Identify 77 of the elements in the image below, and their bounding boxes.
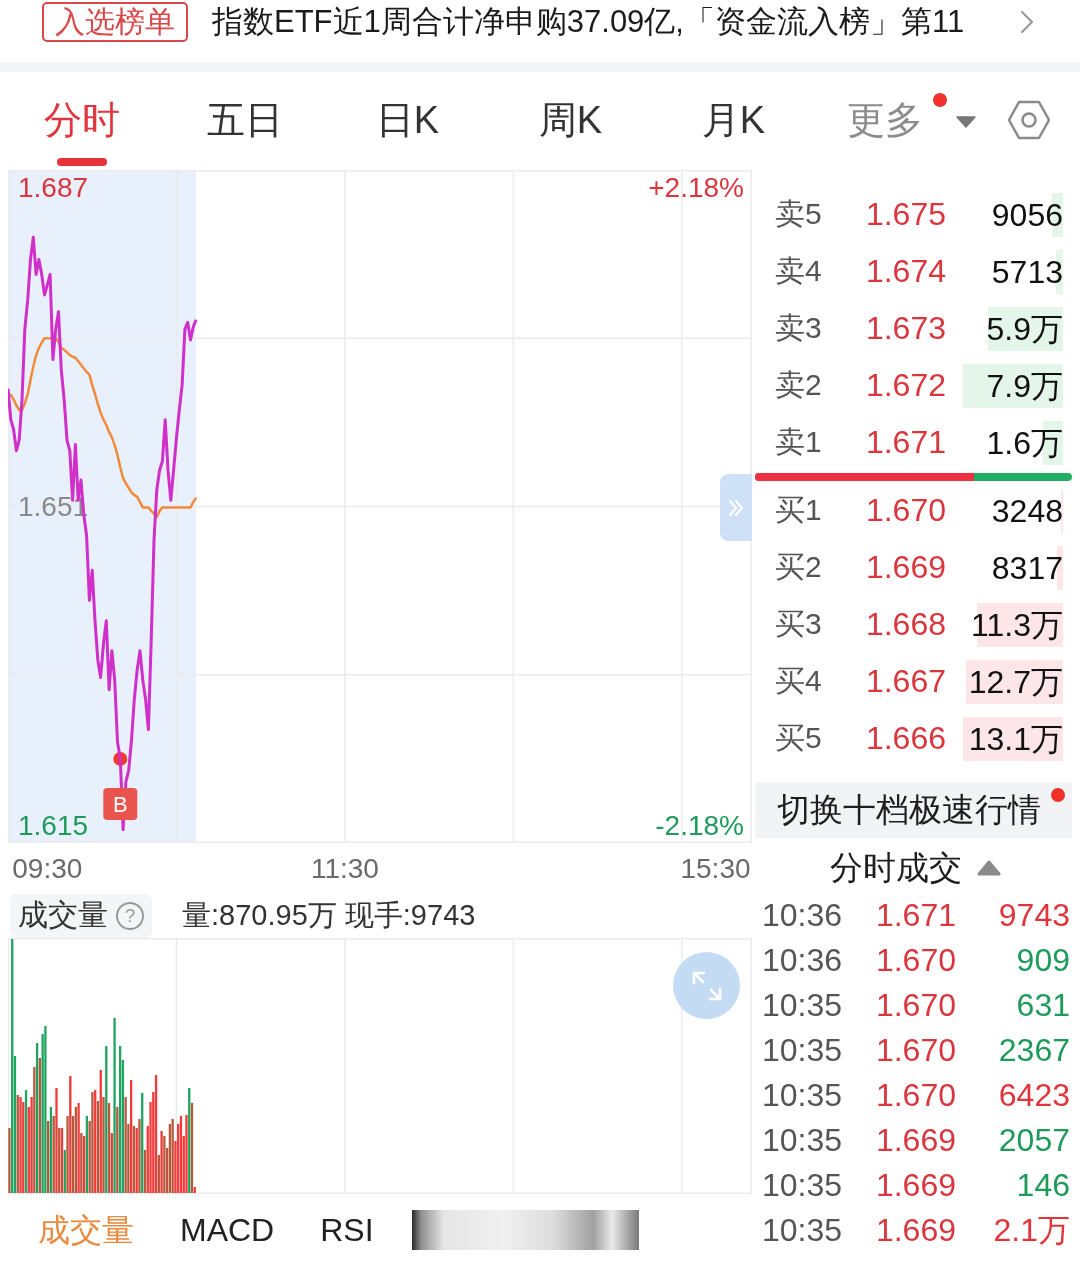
trade-volume: 2367	[997, 1032, 1070, 1069]
expand-icon	[690, 969, 723, 1002]
trade-price: 1.670	[874, 1077, 956, 1114]
chart-tab[interactable]: 月K	[652, 72, 815, 170]
trade-price: 1.671	[874, 897, 956, 934]
trade-point-icon	[113, 751, 128, 766]
volume-summary: 量:870.95万 现手:9743	[182, 897, 476, 933]
order-price: 1.670	[865, 492, 946, 529]
panel-toggle-button[interactable]	[720, 474, 752, 541]
annotation: B	[112, 792, 128, 818]
double-chevron-icon	[728, 498, 744, 517]
percent-axis-label: -2.18%	[655, 809, 744, 841]
indicator-tab[interactable]: MACD	[172, 1210, 283, 1250]
order-price: 1.671	[865, 424, 946, 461]
trade-volume: 9743	[997, 897, 1070, 934]
order-level-label: 买1	[775, 492, 823, 528]
order-level-label: 卖5	[775, 196, 823, 232]
order-price: 1.674	[865, 253, 946, 290]
trade-time: 10:36	[762, 942, 844, 979]
trade-volume: 909	[1015, 942, 1070, 979]
trade-volume: 631	[1015, 987, 1070, 1024]
trade-time: 10:36	[762, 897, 844, 934]
order-level-label: 卖2	[775, 367, 823, 403]
order-level-label: 买5	[775, 720, 823, 756]
trade-price: 1.670	[874, 1032, 956, 1069]
chart-tab[interactable]: 周K	[489, 72, 652, 170]
trade-time: 10:35	[762, 1032, 844, 1069]
trade-price: 1.669	[874, 1212, 956, 1249]
order-price: 1.675	[865, 196, 946, 233]
trade-time: 10:35	[762, 1077, 844, 1114]
trade-volume: 2057	[997, 1122, 1070, 1159]
order-level-label: 卖1	[775, 424, 823, 460]
settings-icon[interactable]	[1008, 99, 1050, 141]
trade-volume: 6423	[997, 1077, 1070, 1114]
trade-price: 1.669	[874, 1167, 956, 1204]
trades-title: 分时成交	[830, 847, 962, 888]
trade-volume: 146	[1015, 1167, 1070, 1204]
trade-time: 10:35	[762, 1167, 844, 1204]
order-level-label: 卖4	[775, 253, 823, 289]
chart-tab[interactable]: 日K	[326, 72, 489, 170]
order-level-label: 买3	[775, 606, 823, 642]
price-axis-label: 1.615	[18, 809, 89, 841]
order-price: 1.669	[865, 549, 946, 586]
order-price: 1.673	[865, 310, 946, 347]
order-price: 1.666	[865, 720, 946, 757]
chart-tab[interactable]: 五日	[163, 72, 326, 170]
buy-marker-badge: B	[103, 787, 138, 820]
trade-volume: 2.1万	[992, 1210, 1070, 1250]
order-volume: 13.1万	[963, 716, 1063, 761]
trade-price: 1.670	[874, 942, 956, 979]
time-axis-label: 09:30	[12, 852, 83, 884]
chart-tab[interactable]: 分时	[0, 72, 163, 170]
order-level-label: 卖3	[775, 310, 823, 346]
caret-down-icon	[956, 116, 976, 128]
trade-price: 1.669	[874, 1122, 956, 1159]
order-price: 1.672	[865, 367, 946, 404]
percent-axis-label: +2.18%	[648, 172, 744, 204]
time-axis-label: 11:30	[310, 852, 379, 884]
indicator-tab[interactable]: RSI	[312, 1210, 382, 1250]
trade-time: 10:35	[762, 1122, 844, 1159]
order-level-label: 买4	[775, 663, 823, 699]
caret-up-icon[interactable]	[976, 860, 1002, 876]
order-volume: 7.9万	[963, 363, 1063, 408]
indicator-selector[interactable]: 成交量 ?	[10, 893, 152, 938]
trade-time: 10:35	[762, 1212, 844, 1249]
depth-switch-button[interactable]: 切换十档极速行情	[755, 782, 1072, 838]
price-axis-label: 1.687	[18, 172, 89, 204]
order-volume: 12.7万	[963, 659, 1063, 704]
ranking-tag: 入选榜单	[42, 2, 188, 42]
trade-time: 10:35	[762, 987, 844, 1024]
order-price: 1.667	[865, 663, 946, 700]
news-headline[interactable]: 指数ETF近1周合计净申购37.09亿,「资金流入榜」第11	[212, 2, 965, 42]
trade-price: 1.670	[874, 987, 956, 1024]
order-price: 1.668	[865, 606, 946, 643]
chevron-right-icon[interactable]	[1020, 10, 1034, 34]
order-level-label: 买2	[775, 549, 823, 585]
time-axis-label: 15:30	[680, 852, 751, 884]
